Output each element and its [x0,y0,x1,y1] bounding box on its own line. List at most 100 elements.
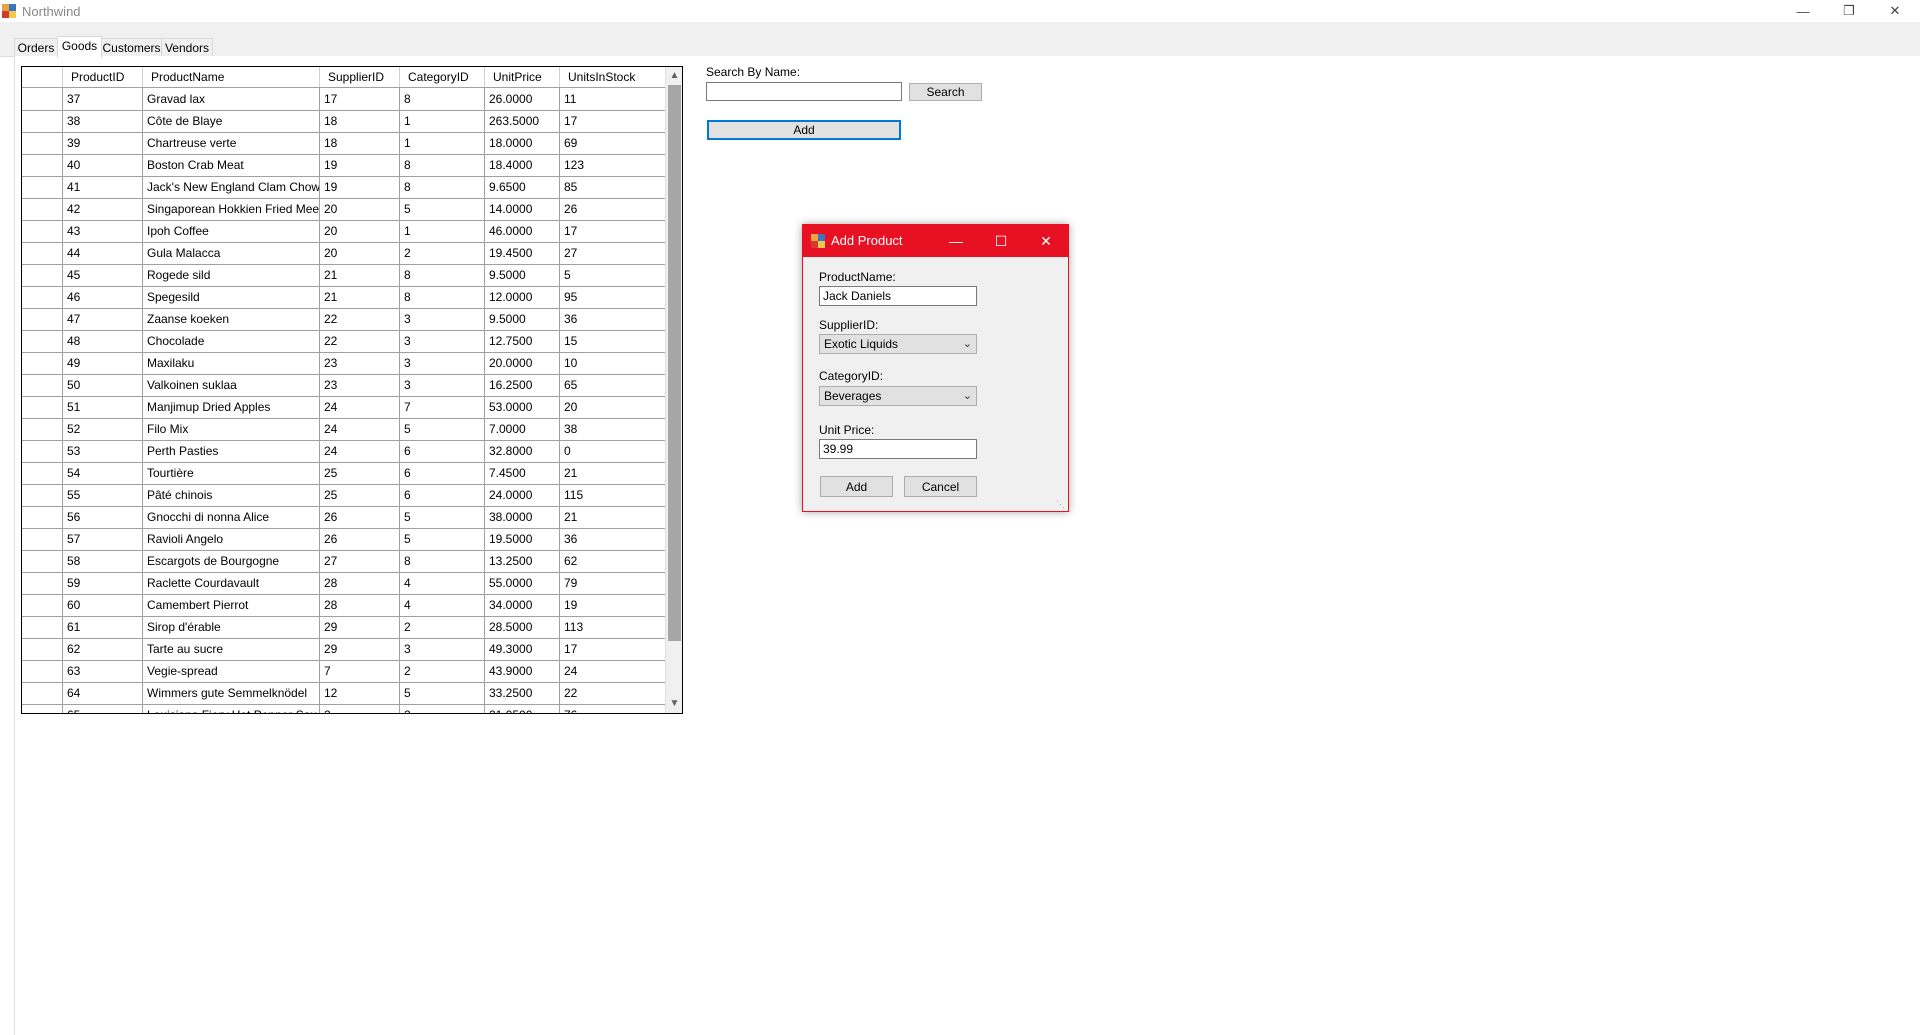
row-header[interactable] [22,220,63,242]
cell-unitprice[interactable]: 19.5000 [485,528,560,550]
unit-price-input[interactable] [819,439,977,459]
row-header[interactable] [22,440,63,462]
cell-unitprice[interactable]: 34.0000 [485,594,560,616]
cell-categoryid[interactable]: 8 [400,176,485,198]
cell-productname[interactable]: Zaanse koeken [143,308,320,330]
table-row[interactable]: 42 Singaporean Hokkien Fried Mee 20 5 14.000… [22,198,674,221]
cell-categoryid[interactable]: 3 [400,638,485,660]
cell-productname[interactable]: Sirop d'érable [143,616,320,638]
cell-unitprice[interactable]: 20.0000 [485,352,560,374]
cell-categoryid[interactable]: 8 [400,550,485,572]
cell-unitsinstock[interactable]: 26 [560,198,674,220]
table-row[interactable]: 61 Sirop d'érable 29 2 28.5000 113 [22,616,674,639]
cell-productid[interactable]: 52 [63,418,143,440]
minimize-button[interactable]: — [1780,0,1826,22]
table-row[interactable]: 46 Spegesild 21 8 12.0000 95 [22,286,674,309]
table-row[interactable]: 38 Côte de Blaye 18 1 263.5000 17 [22,110,674,133]
cell-productname[interactable]: Raclette Courdavault [143,572,320,594]
search-button[interactable]: Search [909,83,982,101]
cell-productid[interactable]: 37 [63,88,143,110]
cell-unitsinstock[interactable]: 79 [560,572,674,594]
cell-productid[interactable]: 65 [63,704,143,713]
cell-productid[interactable]: 54 [63,462,143,484]
cell-unitsinstock[interactable]: 15 [560,330,674,352]
table-row[interactable]: 50 Valkoinen suklaa 23 3 16.2500 65 [22,374,674,397]
cell-productid[interactable]: 56 [63,506,143,528]
table-row[interactable]: 51 Manjimup Dried Apples 24 7 53.0000 20 [22,396,674,419]
table-row[interactable]: 64 Wimmers gute Semmelknödel 12 5 33.2500 22 [22,682,674,705]
cell-categoryid[interactable]: 6 [400,484,485,506]
row-header[interactable] [22,638,63,660]
cell-unitsinstock[interactable]: 11 [560,88,674,110]
cell-categoryid[interactable]: 5 [400,418,485,440]
cell-unitprice[interactable]: 13.2500 [485,550,560,572]
cell-productname[interactable]: Chartreuse verte [143,132,320,154]
row-header[interactable] [22,352,63,374]
grid-vertical-scrollbar[interactable]: ▲ ▼ [665,67,682,713]
row-header[interactable] [22,396,63,418]
products-grid[interactable]: ProductID ProductName SupplierID Categor… [21,66,683,714]
table-row[interactable]: 40 Boston Crab Meat 19 8 18.4000 123 [22,154,674,177]
cell-productname[interactable]: Manjimup Dried Apples [143,396,320,418]
cell-productid[interactable]: 62 [63,638,143,660]
cell-productid[interactable]: 64 [63,682,143,704]
cell-supplierid[interactable]: 21 [320,264,400,286]
column-header-unitsinstock[interactable]: UnitsInStock [560,67,674,87]
table-row[interactable]: 47 Zaanse koeken 22 3 9.5000 36 [22,308,674,331]
cell-categoryid[interactable]: 4 [400,572,485,594]
table-row[interactable]: 54 Tourtière 25 6 7.4500 21 [22,462,674,485]
row-header[interactable] [22,528,63,550]
table-row[interactable]: 62 Tarte au sucre 29 3 49.3000 17 [22,638,674,661]
cell-productname[interactable]: Gnocchi di nonna Alice [143,506,320,528]
cell-productname[interactable]: Rogede sild [143,264,320,286]
row-header[interactable] [22,682,63,704]
cell-supplierid[interactable]: 26 [320,506,400,528]
cell-productid[interactable]: 58 [63,550,143,572]
cell-supplierid[interactable]: 28 [320,594,400,616]
cell-categoryid[interactable]: 1 [400,132,485,154]
column-header-supplierid[interactable]: SupplierID [320,67,400,87]
cell-unitsinstock[interactable]: 95 [560,286,674,308]
cell-productid[interactable]: 44 [63,242,143,264]
cell-productname[interactable]: Vegie-spread [143,660,320,682]
product-name-input[interactable] [819,286,977,306]
cell-unitsinstock[interactable]: 17 [560,110,674,132]
cell-unitprice[interactable]: 7.4500 [485,462,560,484]
dialog-maximize-button[interactable]: ☐ [979,225,1023,257]
dialog-title-bar[interactable]: Add Product — ☐ ✕ [803,225,1068,257]
row-header[interactable] [22,154,63,176]
cell-productid[interactable]: 48 [63,330,143,352]
cell-supplierid[interactable]: 24 [320,418,400,440]
cell-unitprice[interactable]: 14.0000 [485,198,560,220]
row-header[interactable] [22,176,63,198]
cell-productname[interactable]: Louisiana Fiery Hot Pepper Sauce [143,704,320,713]
cell-unitprice[interactable]: 16.2500 [485,374,560,396]
row-header[interactable] [22,550,63,572]
table-row[interactable]: 57 Ravioli Angelo 26 5 19.5000 36 [22,528,674,551]
table-row[interactable]: 65Louisiana Fiery Hot Pepper Sauce2221.0… [22,704,674,713]
table-row[interactable]: 44 Gula Malacca 20 2 19.4500 27 [22,242,674,265]
cell-productid[interactable]: 63 [63,660,143,682]
search-input[interactable] [706,82,902,101]
cell-supplierid[interactable]: 26 [320,528,400,550]
cell-supplierid[interactable]: 25 [320,484,400,506]
cell-productname[interactable]: Ravioli Angelo [143,528,320,550]
cell-unitprice[interactable]: 9.5000 [485,264,560,286]
cell-categoryid[interactable]: 8 [400,88,485,110]
cell-productid[interactable]: 38 [63,110,143,132]
cell-unitprice[interactable]: 46.0000 [485,220,560,242]
cell-supplierid[interactable]: 20 [320,220,400,242]
cell-supplierid[interactable]: 2 [320,704,400,713]
column-header-productname[interactable]: ProductName [143,67,320,87]
cell-unitprice[interactable]: 53.0000 [485,396,560,418]
cell-unitprice[interactable]: 28.5000 [485,616,560,638]
cell-unitsinstock[interactable]: 38 [560,418,674,440]
cell-categoryid[interactable]: 8 [400,154,485,176]
row-header[interactable] [22,704,63,713]
cell-unitprice[interactable]: 55.0000 [485,572,560,594]
cell-productname[interactable]: Spegesild [143,286,320,308]
column-header-productid[interactable]: ProductID [63,67,143,87]
cell-categoryid[interactable]: 5 [400,198,485,220]
cell-productname[interactable]: Escargots de Bourgogne [143,550,320,572]
row-header[interactable] [22,88,63,110]
